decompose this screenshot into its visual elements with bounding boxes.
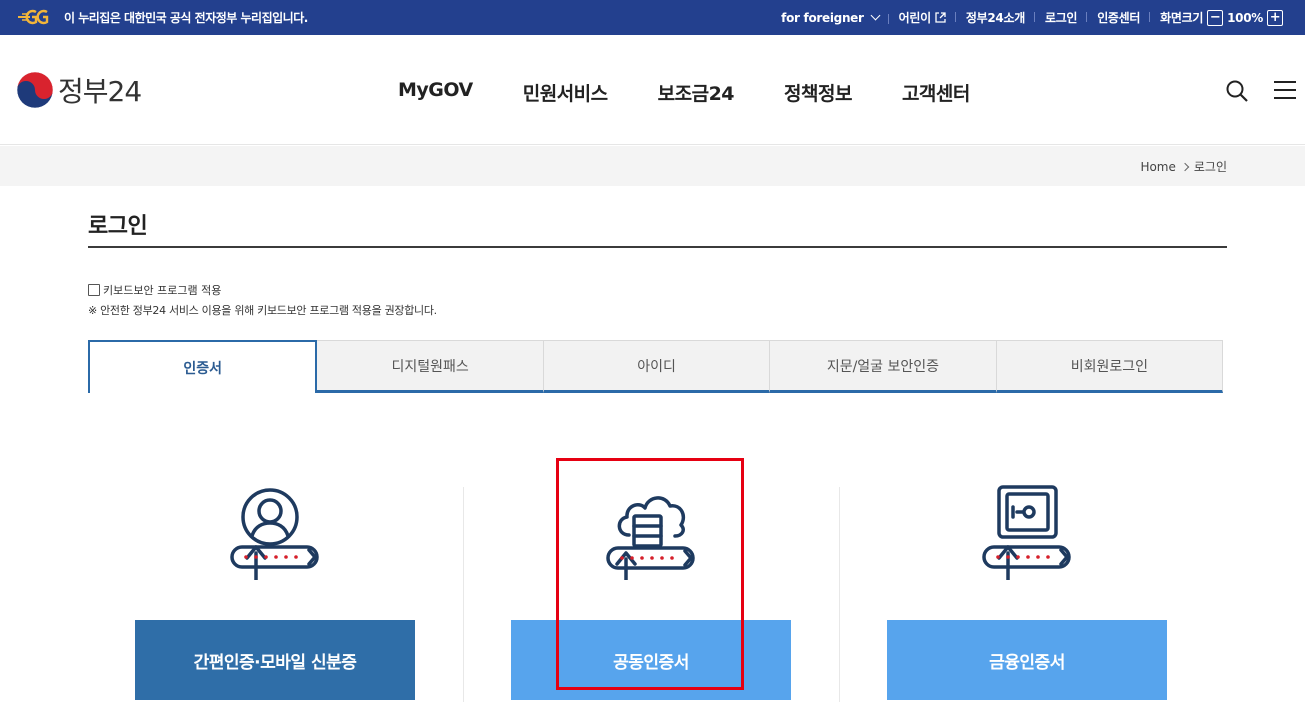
gov-banner-notice: 이 누리집은 대한민국 공식 전자정부 누리집입니다. bbox=[64, 10, 308, 25]
nav-item-mygov[interactable]: MyGOV bbox=[398, 79, 473, 106]
person-icon bbox=[230, 488, 319, 580]
gov-banner: 이 누리집은 대한민국 공식 전자정부 누리집입니다. for foreigne… bbox=[0, 0, 1305, 35]
page-title: 로그인 bbox=[88, 214, 148, 239]
simple-auth-button[interactable]: 간편인증·모바일 신분증 bbox=[135, 620, 415, 700]
safe-icon bbox=[982, 485, 1071, 580]
chevron-right-icon bbox=[1180, 162, 1190, 171]
simple-auth-card: 간편인증·모바일 신분증 bbox=[135, 470, 415, 700]
tab-guest-login[interactable]: 비회원로그인 bbox=[996, 340, 1224, 393]
tab-biometric[interactable]: 지문/얼굴 보안인증 bbox=[770, 340, 997, 393]
card-divider bbox=[463, 487, 464, 702]
zoom-out-button[interactable]: − bbox=[1207, 9, 1224, 26]
gov-banner-brand: 이 누리집은 대한민국 공식 전자정부 누리집입니다. bbox=[16, 8, 308, 26]
keyboard-security-option[interactable]: 키보드보안 프로그램 적용 bbox=[88, 282, 221, 298]
breadcrumb-current: 로그인 bbox=[1193, 160, 1227, 174]
intro-link[interactable]: 정부24소개 bbox=[956, 9, 1036, 26]
external-link-icon bbox=[935, 12, 946, 23]
cert-center-link[interactable]: 인증센터 bbox=[1087, 9, 1151, 26]
zoom-label: 화면크기 bbox=[1160, 11, 1204, 25]
taegeuk-logo-icon bbox=[16, 71, 54, 109]
hamburger-menu-icon[interactable] bbox=[1273, 80, 1297, 100]
card-divider bbox=[839, 487, 840, 702]
utility-menu: for foreigner 어린이 정부24소개 로그인 인증센터 화면크기 −… bbox=[771, 0, 1297, 35]
zoom-control: 화면크기 − 100% + bbox=[1150, 9, 1297, 26]
egov-logo-icon bbox=[18, 9, 49, 25]
keyboard-security-checkbox[interactable] bbox=[88, 284, 100, 296]
nav-item-customer-center[interactable]: 고객센터 bbox=[902, 79, 970, 106]
nav-item-subsidy24[interactable]: 보조금24 bbox=[658, 79, 735, 106]
kids-label: 어린이 bbox=[898, 11, 932, 25]
site-logo[interactable]: 정부24 bbox=[16, 70, 142, 110]
chevron-down-icon bbox=[870, 10, 881, 21]
nav-item-policy-info[interactable]: 정책정보 bbox=[784, 79, 852, 106]
tab-id[interactable]: 아이디 bbox=[543, 340, 771, 393]
search-icon[interactable] bbox=[1225, 79, 1249, 103]
foreigner-dropdown[interactable]: for foreigner bbox=[771, 11, 889, 25]
tab-digital-onepass[interactable]: 디지털원패스 bbox=[317, 340, 544, 393]
breadcrumb-home[interactable]: Home bbox=[1140, 160, 1175, 174]
zoom-in-button[interactable]: + bbox=[1267, 9, 1283, 26]
site-header: 정부24 MyGOV 민원서비스 보조금24 정책정보 고객센터 bbox=[0, 35, 1305, 145]
nav-item-civil-service[interactable]: 민원서비스 bbox=[523, 79, 608, 106]
title-divider bbox=[88, 246, 1227, 248]
highlight-box bbox=[556, 458, 744, 690]
financial-cert-button[interactable]: 금융인증서 bbox=[887, 620, 1167, 700]
tab-certificate[interactable]: 인증서 bbox=[88, 340, 318, 393]
login-method-tabs: 인증서 디지털원패스 아이디 지문/얼굴 보안인증 비회원로그인 bbox=[88, 340, 1224, 393]
kids-link[interactable]: 어린이 bbox=[889, 9, 957, 26]
breadcrumb: Home 로그인 bbox=[1140, 158, 1227, 175]
keyboard-security-label: 키보드보안 프로그램 적용 bbox=[103, 284, 222, 297]
site-logo-text: 정부24 bbox=[58, 75, 142, 108]
financial-cert-card: 금융인증서 bbox=[887, 470, 1167, 700]
top-login-link[interactable]: 로그인 bbox=[1035, 9, 1088, 26]
breadcrumb-bar: Home 로그인 bbox=[0, 146, 1305, 186]
keyboard-security-note: ※ 안전한 정부24 서비스 이용을 위해 키보드보안 프로그램 적용을 권장합… bbox=[88, 304, 437, 317]
foreigner-label: for foreigner bbox=[781, 10, 864, 25]
main-nav: MyGOV 민원서비스 보조금24 정책정보 고객센터 bbox=[398, 79, 1020, 106]
zoom-value: 100% bbox=[1227, 10, 1263, 25]
